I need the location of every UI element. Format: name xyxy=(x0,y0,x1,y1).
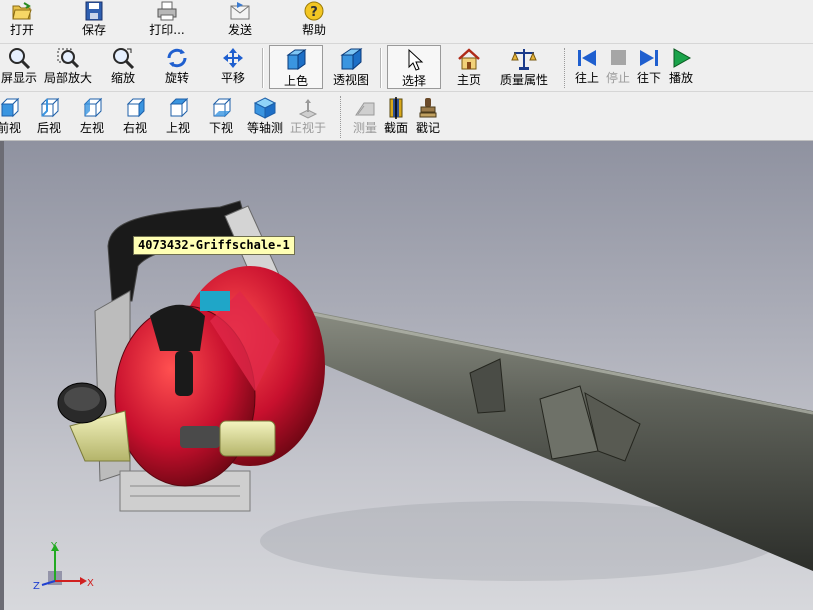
stop-button[interactable]: 停止 xyxy=(603,47,633,85)
top-view-button[interactable]: 上视 xyxy=(163,97,193,135)
home-icon xyxy=(458,48,480,70)
model-viewport[interactable]: 4073432-Griffschale-1 X Y Z xyxy=(0,141,813,610)
orientation-toolbar: 前视 后视 左视 右视 上视 下视 等轴测 正视于 测量 截面 戳记 xyxy=(0,92,813,141)
measure-button[interactable]: 测量 xyxy=(350,97,380,135)
isometric-view-button[interactable]: 等轴测 xyxy=(244,97,286,135)
z-axis-label: Z xyxy=(33,581,40,592)
printer-icon xyxy=(157,1,177,21)
stamp-button[interactable]: 戳记 xyxy=(413,97,443,135)
zoom-button[interactable]: 缩放 xyxy=(104,47,142,85)
back-view-button[interactable]: 后视 xyxy=(34,97,64,135)
engine-housing[interactable] xyxy=(114,266,325,487)
left-view-cube-icon xyxy=(83,97,103,118)
leaf-blower-model[interactable] xyxy=(0,141,813,610)
zoom-area-icon xyxy=(57,48,80,69)
section-icon xyxy=(389,97,403,119)
isometric-cube-icon xyxy=(253,97,277,119)
zoom-icon xyxy=(113,48,135,69)
skip-back-icon xyxy=(578,50,596,66)
right-view-cube-icon xyxy=(126,97,146,118)
magnifier-icon xyxy=(9,48,31,69)
normal-to-button[interactable]: 正视于 xyxy=(288,97,328,135)
next-button[interactable]: 往下 xyxy=(634,47,664,85)
floppy-disk-icon xyxy=(85,1,103,21)
toolbar-separator xyxy=(380,48,382,88)
back-view-cube-icon xyxy=(40,97,60,118)
perspective-button[interactable]: 透视图 xyxy=(330,47,372,87)
skip-forward-icon xyxy=(640,50,658,66)
view-toolbar: 屏显示 局部放大 缩放 旋转 平移 上色 透视图 选择 主页 质量属性 往上 停… xyxy=(0,44,813,92)
toolbar-separator xyxy=(262,48,264,88)
help-icon: ? xyxy=(304,1,324,21)
home-button[interactable]: 主页 xyxy=(452,47,486,87)
stamp-icon xyxy=(419,98,437,118)
shaded-button[interactable]: 上色 xyxy=(269,45,323,89)
toolbar-grip xyxy=(340,96,344,138)
toolbar-grip xyxy=(564,48,568,88)
print-button[interactable]: 打印... xyxy=(142,1,192,37)
folder-open-icon xyxy=(12,2,32,20)
x-axis-arrow xyxy=(80,577,87,585)
right-view-button[interactable]: 右视 xyxy=(120,97,150,135)
select-button[interactable]: 选择 xyxy=(387,45,441,89)
pan-arrows-icon xyxy=(223,48,243,68)
bottom-view-cube-icon xyxy=(212,97,232,118)
section-button[interactable]: 截面 xyxy=(381,97,411,135)
top-view-cube-icon xyxy=(169,97,189,118)
front-view-cube-icon xyxy=(0,97,20,118)
cursor-arrow-icon xyxy=(408,48,424,71)
mass-properties-button[interactable]: 质量属性 xyxy=(497,47,551,87)
x-axis-label: X xyxy=(87,578,94,589)
main-toolbar: 打开 保存 打印... 发送 ? 帮助 xyxy=(0,0,813,44)
help-button[interactable]: ? 帮助 xyxy=(294,1,334,37)
zoom-area-button[interactable]: 局部放大 xyxy=(42,47,94,85)
y-axis-label: Y xyxy=(50,541,58,552)
play-button[interactable]: 播放 xyxy=(666,47,696,85)
previous-button[interactable]: 往上 xyxy=(572,47,602,85)
stop-icon xyxy=(611,50,626,65)
measure-icon xyxy=(355,102,375,116)
open-button[interactable]: 打开 xyxy=(2,1,42,37)
shaded-cube-icon xyxy=(286,49,307,70)
play-icon xyxy=(673,48,692,68)
svg-text:?: ? xyxy=(310,5,318,20)
pan-button[interactable]: 平移 xyxy=(214,47,252,85)
rotate-icon xyxy=(167,48,187,68)
rotate-button[interactable]: 旋转 xyxy=(158,47,196,85)
fit-button[interactable]: 屏显示 xyxy=(0,47,38,85)
part-tooltip: 4073432-Griffschale-1 xyxy=(133,236,295,255)
save-button[interactable]: 保存 xyxy=(74,1,114,37)
send-button[interactable]: 发送 xyxy=(220,1,260,37)
envelope-icon xyxy=(230,2,250,20)
balance-scale-icon xyxy=(511,49,537,70)
normal-to-icon xyxy=(298,99,318,119)
bottom-view-button[interactable]: 下视 xyxy=(206,97,236,135)
left-view-button[interactable]: 左视 xyxy=(77,97,107,135)
perspective-cube-icon xyxy=(340,48,363,71)
axis-triad: X Y Z xyxy=(33,541,94,592)
front-view-button[interactable]: 前视 xyxy=(0,97,24,135)
